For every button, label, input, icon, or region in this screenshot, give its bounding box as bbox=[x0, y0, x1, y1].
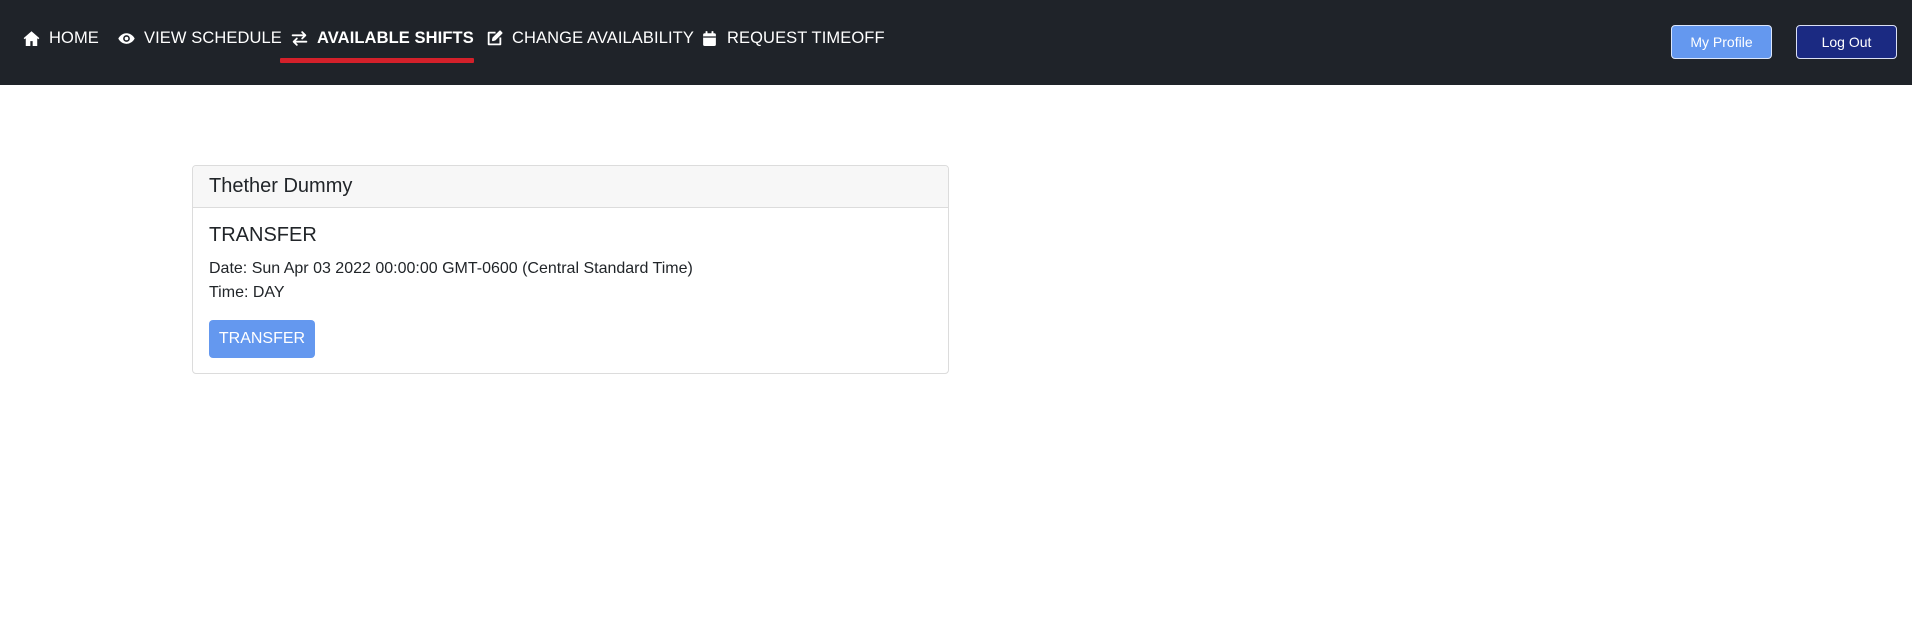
shift-card-body: TRANSFER Date: Sun Apr 03 2022 00:00:00 … bbox=[193, 208, 948, 373]
shift-type: TRANSFER bbox=[209, 224, 317, 246]
top-navbar: HOME VIEW SCHEDULE AVAILABLE SHIFTS CHAN… bbox=[0, 0, 1912, 85]
arrows-exchange-icon bbox=[291, 30, 308, 47]
nav-change-availability-label: CHANGE AVAILABILITY bbox=[512, 29, 694, 48]
nav-home[interactable]: HOME bbox=[23, 0, 99, 85]
nav-view-schedule-label: VIEW SCHEDULE bbox=[144, 29, 282, 48]
nav-view-schedule[interactable]: VIEW SCHEDULE bbox=[118, 0, 282, 85]
shift-card: Thether Dummy TRANSFER Date: Sun Apr 03 … bbox=[192, 165, 949, 374]
log-out-button[interactable]: Log Out bbox=[1796, 25, 1897, 59]
my-profile-button[interactable]: My Profile bbox=[1671, 25, 1772, 59]
nav-available-shifts-label: AVAILABLE SHIFTS bbox=[317, 29, 474, 48]
shift-time: Time: DAY bbox=[209, 284, 285, 301]
employee-name: Thether Dummy bbox=[209, 175, 353, 197]
nav-change-availability[interactable]: CHANGE AVAILABILITY bbox=[486, 0, 694, 85]
eye-icon bbox=[118, 30, 135, 47]
transfer-button[interactable]: TRANSFER bbox=[209, 320, 315, 358]
edit-icon bbox=[486, 30, 503, 47]
active-tab-indicator bbox=[280, 58, 474, 63]
shift-date: Date: Sun Apr 03 2022 00:00:00 GMT-0600 … bbox=[209, 260, 693, 277]
nav-request-timeoff-label: REQUEST TIMEOFF bbox=[727, 29, 885, 48]
home-icon bbox=[23, 30, 40, 47]
nav-home-label: HOME bbox=[49, 29, 99, 48]
calendar-icon bbox=[701, 30, 718, 47]
nav-request-timeoff[interactable]: REQUEST TIMEOFF bbox=[701, 0, 885, 85]
shift-card-header: Thether Dummy bbox=[193, 166, 948, 208]
nav-available-shifts[interactable]: AVAILABLE SHIFTS bbox=[291, 0, 474, 85]
